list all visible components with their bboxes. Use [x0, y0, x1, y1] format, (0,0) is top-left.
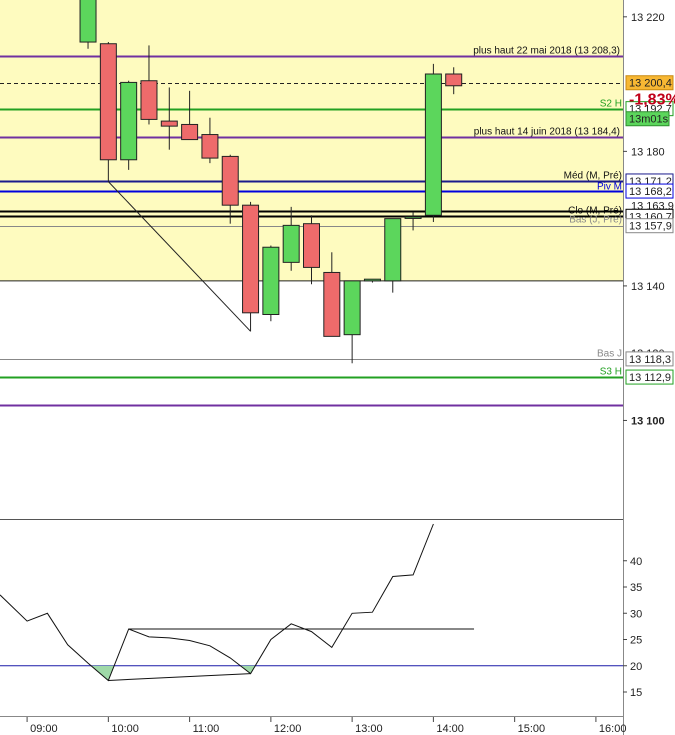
candle-body-up[interactable]: [384, 218, 402, 282]
current-price-tag: 13 200,4: [625, 75, 674, 91]
level-price-tag: 13 168,2: [625, 183, 674, 199]
change-percent-label: -1,83%: [629, 92, 675, 109]
candle-body-down[interactable]: [445, 73, 463, 87]
candle-body-down[interactable]: [303, 223, 320, 268]
indicator-tick-label: 15: [630, 687, 642, 699]
candle-body-up[interactable]: [424, 73, 442, 216]
level-label: Bas (J, Pré): [569, 215, 622, 226]
current-price-tag-text: 13 200,4: [629, 78, 672, 90]
level-label: Méd (M, Pré): [564, 171, 622, 182]
candle-body-down[interactable]: [99, 43, 117, 161]
candle-body-up[interactable]: [262, 246, 280, 316]
candle-body-down[interactable]: [140, 80, 158, 120]
timer-tag-text: 13m01s: [629, 114, 669, 126]
price-tick-label: 13 180: [631, 146, 665, 158]
level-label: S3 H: [600, 367, 622, 378]
candle[interactable]: [79, 0, 97, 49]
candle-body-down[interactable]: [323, 271, 341, 337]
time-tick-label: 13:00: [355, 723, 383, 735]
candle-body-down[interactable]: [221, 155, 239, 206]
candle-body-up[interactable]: [404, 216, 422, 219]
level-price-tag: 13 118,3: [625, 351, 674, 367]
candle[interactable]: [343, 280, 361, 364]
candle-body-down[interactable]: [160, 120, 178, 127]
indicator-series-line: [0, 523, 434, 682]
price-tags-layer: 13 192,713 171,213 168,213 160,713 157,9…: [625, 75, 675, 385]
candle-body-up[interactable]: [282, 224, 300, 263]
level-price-tag-text: 13 157,9: [629, 221, 672, 233]
chart-window: plus haut 22 mai 2018 (13 208,3) S2 H plus…: [0, 0, 675, 735]
candle-body-down[interactable]: [242, 204, 260, 314]
level-label: Bas J: [597, 349, 622, 360]
time-tick-label: 16:00: [599, 723, 627, 735]
level-price-tag: 13 157,9: [625, 218, 674, 234]
level-price-tag-text: 13 112,9: [629, 372, 671, 384]
price-chart[interactable]: plus haut 22 mai 2018 (13 208,3) S2 H plus…: [0, 0, 675, 735]
candle-body-down[interactable]: [181, 123, 199, 141]
indicator-panel: 40 35 30 25 20 15: [0, 523, 642, 699]
price-tick-label: 13 220: [631, 12, 665, 24]
level-label: plus haut 14 juin 2018 (13 184,4): [474, 127, 620, 138]
time-tick-label: 15:00: [518, 723, 546, 735]
level-price-tag: 13 112,9: [625, 369, 674, 385]
time-tick-label: 10:00: [111, 723, 139, 735]
candle-body-up[interactable]: [120, 81, 138, 161]
candle-body-up[interactable]: [79, 0, 97, 43]
indicator-tick-label: 30: [630, 608, 642, 620]
level-label: plus haut 22 mai 2018 (13 208,3): [473, 46, 620, 57]
candle[interactable]: [262, 245, 280, 322]
time-tick-label: 14:00: [436, 723, 464, 735]
indicator-tick-label: 25: [630, 635, 642, 647]
candle-body-down[interactable]: [201, 134, 219, 159]
level-label: Piv M: [597, 182, 622, 193]
candle[interactable]: [363, 278, 381, 283]
time-tick-label: 12:00: [274, 723, 302, 735]
candle[interactable]: [242, 201, 260, 332]
indicator-tick-label: 35: [630, 582, 642, 594]
candle[interactable]: [384, 218, 402, 293]
indicator-tick-label: 40: [630, 556, 642, 568]
level-price-tag-text: 13 118,3: [629, 354, 671, 366]
time-axis: 09:00 10:00 11:00 12:00 13:00 14:00 15:00 16:00: [26, 717, 627, 735]
indicator-tick-label: 20: [630, 661, 642, 673]
indicator-trendline: [108, 673, 251, 681]
candle[interactable]: [424, 63, 442, 222]
level-price-tag-text: 13 168,2: [629, 186, 672, 198]
level-label: S2 H: [600, 99, 622, 110]
candle[interactable]: [120, 80, 138, 170]
time-tick-label: 09:00: [30, 723, 58, 735]
candle-body-up[interactable]: [363, 278, 381, 282]
price-tick-label: 13 100: [631, 415, 665, 427]
time-tick-label: 11:00: [193, 723, 220, 735]
price-tick-label: 13 140: [631, 281, 665, 293]
candle-body-up[interactable]: [343, 280, 361, 336]
